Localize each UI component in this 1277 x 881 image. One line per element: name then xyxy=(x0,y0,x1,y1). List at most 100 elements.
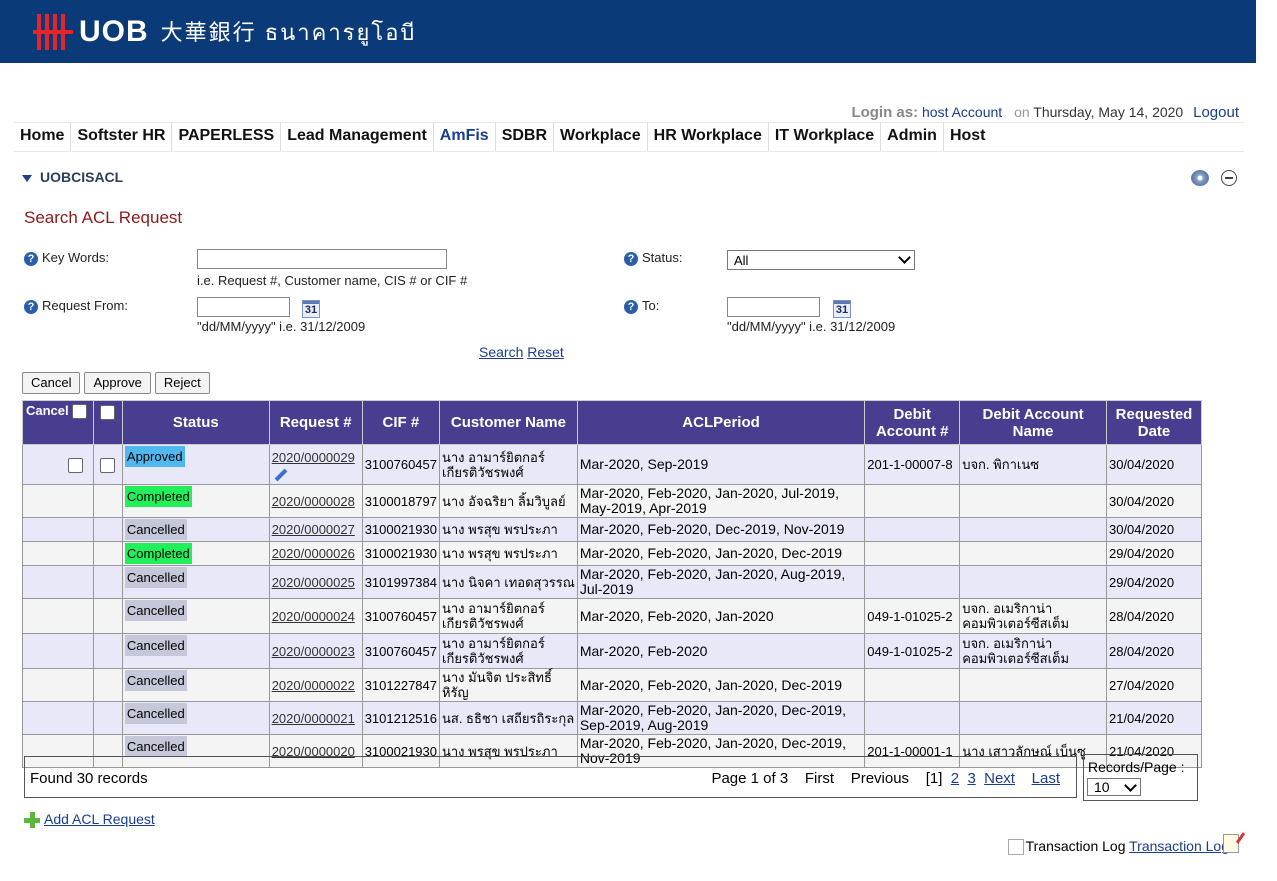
calendar-icon[interactable]: 31 xyxy=(302,300,320,318)
add-plus-icon[interactable] xyxy=(24,812,40,829)
table-row: Cancelled 2020/0000021 3101212516 นส. ธธิชา… xyxy=(22,701,1203,735)
menu-item-paperless[interactable]: PAPERLESS xyxy=(172,123,282,151)
row-select-cell xyxy=(92,484,123,518)
menu-item-sdbr[interactable]: SDBR xyxy=(496,123,555,151)
collapse-triangle-icon[interactable] xyxy=(22,174,32,182)
status-badge: Cancelled xyxy=(124,703,187,724)
approve-button[interactable]: Approve xyxy=(84,372,151,394)
header-request[interactable]: Request # xyxy=(268,400,363,445)
previous-link[interactable]: Previous xyxy=(851,770,909,787)
login-user: host Account xyxy=(922,104,1003,120)
row-period-cell: Mar-2020, Feb-2020, Jan-2020, Aug-2019, … xyxy=(576,565,866,599)
top-banner: UOB 大華銀行 ธนาคารยูโอบี xyxy=(0,0,1256,63)
row-debit-name-cell xyxy=(959,484,1107,518)
row-request-cell: 2020/0000022 xyxy=(268,668,363,702)
first-link[interactable]: First xyxy=(805,770,834,787)
logout-link[interactable]: Logout xyxy=(1193,104,1239,121)
chevron-down-icon xyxy=(898,251,911,264)
request-link[interactable]: 2020/0000027 xyxy=(272,522,355,537)
uob-logo-mark xyxy=(33,14,73,50)
row-status-cell: Completed xyxy=(121,541,270,566)
keywords-input[interactable] xyxy=(197,249,447,269)
last-link[interactable]: Last xyxy=(1032,770,1060,787)
header-period[interactable]: ACLPeriod xyxy=(576,400,866,445)
header-customer[interactable]: Customer Name xyxy=(439,400,578,445)
menu-item-amfis[interactable]: AmFis xyxy=(434,123,496,151)
select-all-checkbox[interactable] xyxy=(100,404,116,420)
edit-pencil-icon[interactable] xyxy=(274,468,288,481)
search-link[interactable]: Search xyxy=(479,344,523,360)
header-debit-account-name[interactable]: Debit Account Name xyxy=(959,400,1107,445)
status-select[interactable]: All xyxy=(727,250,915,270)
row-debit-name-cell xyxy=(959,565,1107,599)
select-all-cancel-checkbox[interactable] xyxy=(72,404,88,420)
request-link[interactable]: 2020/0000025 xyxy=(272,575,355,590)
row-period-cell: Mar-2020, Feb-2020, Jan-2020, Jul-2019, … xyxy=(576,484,866,518)
request-link[interactable]: 2020/0000021 xyxy=(272,711,355,726)
add-acl-request-link[interactable]: Add ACL Request xyxy=(44,811,155,827)
help-icon[interactable]: ? xyxy=(24,299,38,314)
row-debit-name-cell: บจก. อเมริกาน่า คอมพิวเตอร์ซีสเต็ม xyxy=(959,633,1107,669)
menu-item-host[interactable]: Host xyxy=(944,123,992,151)
request-link[interactable]: 2020/0000026 xyxy=(272,546,355,561)
add-acl-request[interactable]: Add ACL Request xyxy=(24,811,155,829)
row-cif-cell: 3101997384 xyxy=(361,565,441,599)
row-debit-account-cell xyxy=(864,541,961,566)
menu-item-hr-workplace[interactable]: HR Workplace xyxy=(648,123,769,151)
header-requested-date[interactable]: Requested Date xyxy=(1105,400,1203,445)
menu-item-workplace[interactable]: Workplace xyxy=(554,123,648,151)
row-request-cell: 2020/0000021 xyxy=(268,701,363,735)
page-info: Page 1 of 3 xyxy=(711,770,789,787)
row-debit-name-cell xyxy=(959,701,1107,735)
row-cancel-cell xyxy=(22,444,94,485)
row-date-cell: 30/04/2020 xyxy=(1105,517,1203,542)
section-title[interactable]: UOBCISACL xyxy=(22,169,123,185)
reset-link[interactable]: Reset xyxy=(527,344,564,360)
request-link[interactable]: 2020/0000024 xyxy=(272,609,355,624)
help-icon[interactable]: ? xyxy=(24,251,38,266)
row-debit-account-cell: 201-1-00007-8 xyxy=(864,444,961,485)
request-from-label: Request From: xyxy=(42,298,128,313)
menu-item-lead-management[interactable]: Lead Management xyxy=(281,123,434,151)
records-found: Found 30 records xyxy=(30,770,148,787)
to-input[interactable] xyxy=(727,297,820,317)
status-badge: Completed xyxy=(124,486,192,507)
request-link[interactable]: 2020/0000029 xyxy=(272,450,355,465)
notepad-edit-icon[interactable] xyxy=(1223,834,1239,853)
calendar-icon[interactable]: 31 xyxy=(833,300,851,318)
help-icon[interactable]: ? xyxy=(624,299,638,314)
menu-item-admin[interactable]: Admin xyxy=(881,123,944,151)
menu-item-home[interactable]: Home xyxy=(14,123,72,151)
transaction-log-link[interactable]: Transaction Log xyxy=(1129,838,1229,854)
next-link[interactable]: Next xyxy=(984,770,1015,787)
minimize-icon[interactable] xyxy=(1221,170,1237,186)
row-select-checkbox[interactable] xyxy=(100,457,116,473)
row-cancel-checkbox[interactable] xyxy=(67,457,83,473)
row-cancel-cell xyxy=(22,565,94,599)
page-2-link[interactable]: 2 xyxy=(951,770,959,787)
table-row: Cancelled 2020/0000027 3100021930 นาง พรสุข… xyxy=(22,517,1203,542)
header-cif[interactable]: CIF # xyxy=(361,400,441,445)
page-links: Page 1 of 3 First Previous [1] 2 3 Next … xyxy=(711,770,1060,787)
request-link[interactable]: 2020/0000023 xyxy=(272,644,355,659)
page-3-link[interactable]: 3 xyxy=(967,770,975,787)
header-cancel: Cancel xyxy=(22,400,94,445)
help-icon[interactable]: ? xyxy=(624,251,638,266)
header-status[interactable]: Status xyxy=(121,400,270,445)
records-per-page-select[interactable]: 10 xyxy=(1087,778,1141,796)
row-request-cell: 2020/0000025 xyxy=(268,565,363,599)
row-period-cell: Mar-2020, Feb-2020, Jan-2020, Dec-2019 xyxy=(576,668,866,702)
menu-item-it-workplace[interactable]: IT Workplace xyxy=(769,123,882,151)
menu-item-softster-hr[interactable]: Softster HR xyxy=(71,123,173,151)
request-from-input[interactable] xyxy=(197,297,290,317)
row-select-cell xyxy=(92,541,123,566)
cancel-button[interactable]: Cancel xyxy=(22,372,81,394)
header-debit-account[interactable]: Debit Account # xyxy=(864,400,961,445)
reject-button[interactable]: Reject xyxy=(154,372,210,394)
settings-gear-icon[interactable] xyxy=(1191,170,1209,186)
row-customer-cell: นาง อามาร์ยิตกอร์ เกียรติวัชรพงศ์ xyxy=(439,633,578,669)
row-request-cell: 2020/0000027 xyxy=(268,517,363,542)
request-link[interactable]: 2020/0000028 xyxy=(272,494,355,509)
row-debit-account-cell xyxy=(864,565,961,599)
request-link[interactable]: 2020/0000022 xyxy=(272,678,355,693)
